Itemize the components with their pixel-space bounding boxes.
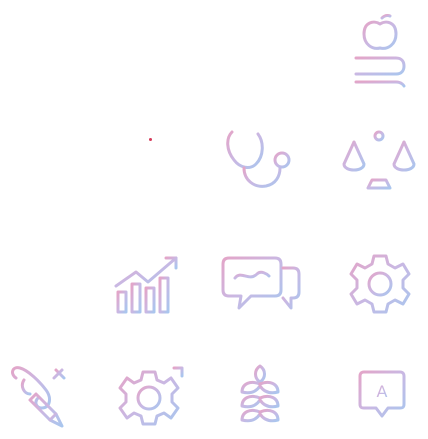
chat-bubbles-icon [221,252,301,316]
translate-chat-icon: A [358,366,406,428]
stethoscope-icon [224,128,300,192]
icon-canvas: A [0,0,428,439]
accent-dot [149,138,152,141]
settings-gear-icon [345,252,415,316]
pencil-ribbon-icon [6,364,68,428]
gears-icon [112,364,186,430]
translate-letter: A [377,382,388,401]
growth-chart-icon [112,252,182,316]
apple-on-books-icon [352,10,408,90]
wheat-icon [232,360,288,432]
balance-scale-icon [340,128,418,192]
